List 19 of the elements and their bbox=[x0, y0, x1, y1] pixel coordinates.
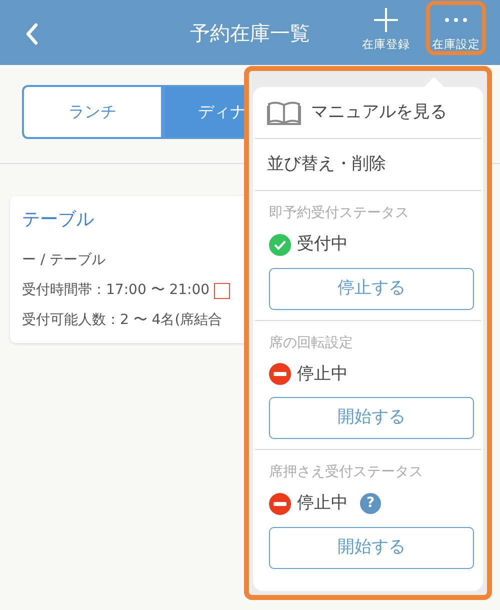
status-toggle-button[interactable]: 停止する bbox=[269, 268, 474, 310]
status-text: 停止中 bbox=[297, 362, 348, 386]
help-icon[interactable]: ? bbox=[360, 493, 381, 514]
menu-item[interactable]: 並び替え・削除 bbox=[267, 139, 469, 190]
page-title: 予約在庫一覧 bbox=[190, 20, 310, 47]
card-detail: ー / テーブル bbox=[22, 251, 106, 270]
status-toggle-button[interactable]: 開始する bbox=[269, 397, 474, 439]
card-detail: 受付時間帯：17:00 〜 21:00 bbox=[22, 281, 210, 300]
menu-item[interactable]: マニュアルを見る bbox=[267, 87, 469, 138]
section-title: 席押さえ受付ステータス bbox=[269, 463, 424, 482]
stock-settings-button[interactable]: 在庫設定 bbox=[428, 3, 484, 52]
add-stock-button[interactable]: 在庫登録 bbox=[358, 3, 414, 52]
plus-icon bbox=[373, 7, 399, 33]
card-title: テーブル bbox=[22, 208, 94, 232]
status-text: 停止中 bbox=[297, 492, 348, 515]
more-icon bbox=[445, 18, 467, 22]
card-detail: 受付可能人数：2 〜 4名(席結合 bbox=[22, 311, 222, 330]
status-toggle-button[interactable]: 開始する bbox=[269, 526, 474, 568]
segment-tab[interactable]: ランチ bbox=[22, 85, 163, 139]
